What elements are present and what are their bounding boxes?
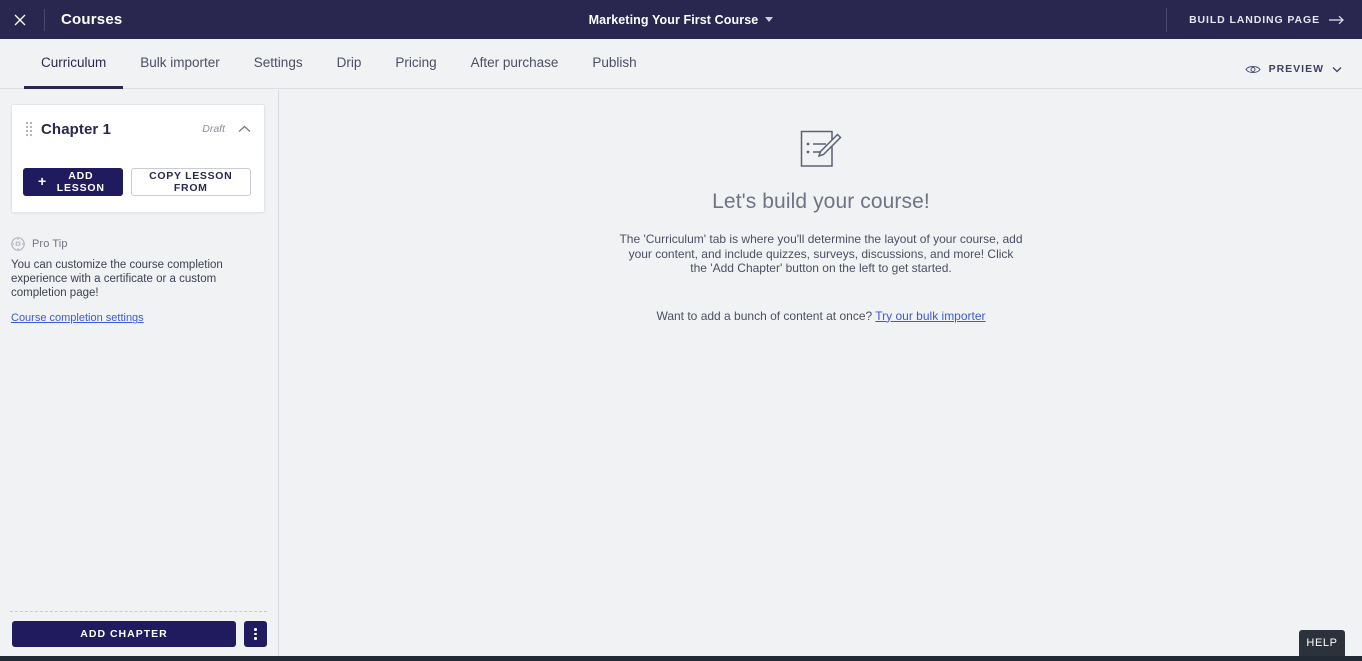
chapter-actions: + ADD LESSON COPY LESSON FROM bbox=[23, 168, 251, 196]
empty-state-sub: Want to add a bunch of content at once? … bbox=[611, 309, 1031, 323]
pro-tip-title: Pro Tip bbox=[32, 238, 68, 250]
course-name-label: Marketing Your First Course bbox=[588, 12, 759, 27]
collapse-chapter-button[interactable] bbox=[238, 125, 251, 133]
drag-handle-icon[interactable] bbox=[23, 122, 35, 136]
chapter-header-right: Draft bbox=[202, 123, 251, 135]
add-lesson-label: ADD LESSON bbox=[56, 170, 105, 194]
arrow-right-icon bbox=[1329, 15, 1344, 24]
chevron-down-icon bbox=[765, 17, 774, 22]
chapter-more-options-button[interactable] bbox=[244, 621, 267, 647]
build-landing-page-button[interactable]: BUILD LANDING PAGE bbox=[1189, 14, 1346, 26]
tab-after-purchase[interactable]: After purchase bbox=[454, 39, 576, 89]
topbar-center: Marketing Your First Course bbox=[0, 0, 1362, 39]
preview-button[interactable]: PREVIEW bbox=[1244, 63, 1342, 75]
curriculum-sidebar: Chapter 1 Draft + ADD LESSON COPY LESSON… bbox=[0, 90, 279, 656]
pro-tip-header: Pro Tip bbox=[11, 237, 265, 251]
tab-label: Drip bbox=[336, 55, 362, 70]
tab-bulk-importer[interactable]: Bulk importer bbox=[123, 39, 237, 89]
chevron-up-icon bbox=[238, 125, 251, 132]
tab-label: Curriculum bbox=[41, 55, 107, 70]
pro-tip-body: You can customize the course completion … bbox=[11, 259, 223, 299]
topbar-divider bbox=[44, 8, 45, 31]
tab-label: Settings bbox=[253, 55, 303, 70]
add-chapter-button[interactable]: ADD CHAPTER bbox=[12, 621, 236, 647]
empty-state-title: Let's build your course! bbox=[712, 190, 930, 213]
edit-document-icon bbox=[800, 130, 842, 167]
bulk-importer-prompt: Want to add a bunch of content at once? bbox=[656, 308, 876, 323]
brand-label[interactable]: Courses bbox=[61, 11, 122, 28]
add-lesson-button[interactable]: + ADD LESSON bbox=[23, 168, 123, 196]
tab-curriculum[interactable]: Curriculum bbox=[24, 39, 124, 89]
topbar-divider-right bbox=[1166, 7, 1168, 32]
chapter-title[interactable]: Chapter 1 bbox=[41, 121, 111, 138]
tabs-bar: Curriculum Bulk importer Settings Drip P… bbox=[0, 39, 1362, 89]
kebab-menu-icon bbox=[254, 628, 257, 631]
empty-state: Let's build your course! The 'Curriculum… bbox=[611, 90, 1031, 656]
chevron-down-icon bbox=[1332, 66, 1342, 72]
sidebar-footer: ADD CHAPTER bbox=[0, 612, 279, 656]
tab-label: After purchase bbox=[470, 55, 559, 70]
main-panel: Let's build your course! The 'Curriculum… bbox=[280, 90, 1362, 656]
eye-icon bbox=[1244, 65, 1261, 73]
copy-lesson-label: COPY LESSON FROM bbox=[149, 170, 233, 194]
help-button[interactable]: HELP bbox=[1299, 630, 1345, 656]
tab-pricing[interactable]: Pricing bbox=[378, 39, 453, 89]
tab-publish[interactable]: Publish bbox=[575, 39, 653, 89]
pro-tip: Pro Tip You can customize the course com… bbox=[11, 237, 265, 324]
bulk-importer-link[interactable]: Try our bulk importer bbox=[875, 309, 985, 323]
preview-label: PREVIEW bbox=[1268, 63, 1324, 75]
tab-settings[interactable]: Settings bbox=[237, 39, 320, 89]
course-builder-app: Courses Marketing Your First Course BUIL… bbox=[0, 0, 1362, 661]
chapter-card: Chapter 1 Draft + ADD LESSON COPY LESSON… bbox=[11, 104, 265, 213]
chapter-header: Chapter 1 Draft bbox=[23, 117, 251, 141]
tab-drip[interactable]: Drip bbox=[320, 39, 379, 89]
course-completion-settings-link[interactable]: Course completion settings bbox=[11, 312, 265, 324]
close-button[interactable] bbox=[0, 0, 40, 39]
topbar-right: BUILD LANDING PAGE bbox=[1166, 0, 1362, 39]
course-selector[interactable]: Marketing Your First Course bbox=[589, 13, 774, 27]
tab-label: Bulk importer bbox=[140, 55, 220, 70]
copy-lesson-from-button[interactable]: COPY LESSON FROM bbox=[130, 168, 251, 196]
plus-icon: + bbox=[38, 173, 47, 189]
tab-list: Curriculum Bulk importer Settings Drip P… bbox=[0, 38, 654, 89]
tab-label: Pricing bbox=[395, 55, 437, 70]
tab-label: Publish bbox=[592, 55, 637, 70]
close-icon bbox=[14, 14, 26, 25]
top-bar: Courses Marketing Your First Course BUIL… bbox=[0, 0, 1362, 39]
bottom-strip bbox=[0, 656, 1362, 661]
lightbulb-icon bbox=[11, 237, 25, 251]
empty-state-description: The 'Curriculum' tab is where you'll det… bbox=[619, 232, 1023, 276]
status-badge: Draft bbox=[202, 123, 225, 135]
build-landing-page-label: BUILD LANDING PAGE bbox=[1189, 13, 1320, 26]
empty-state-icon-wrap bbox=[611, 128, 1031, 170]
